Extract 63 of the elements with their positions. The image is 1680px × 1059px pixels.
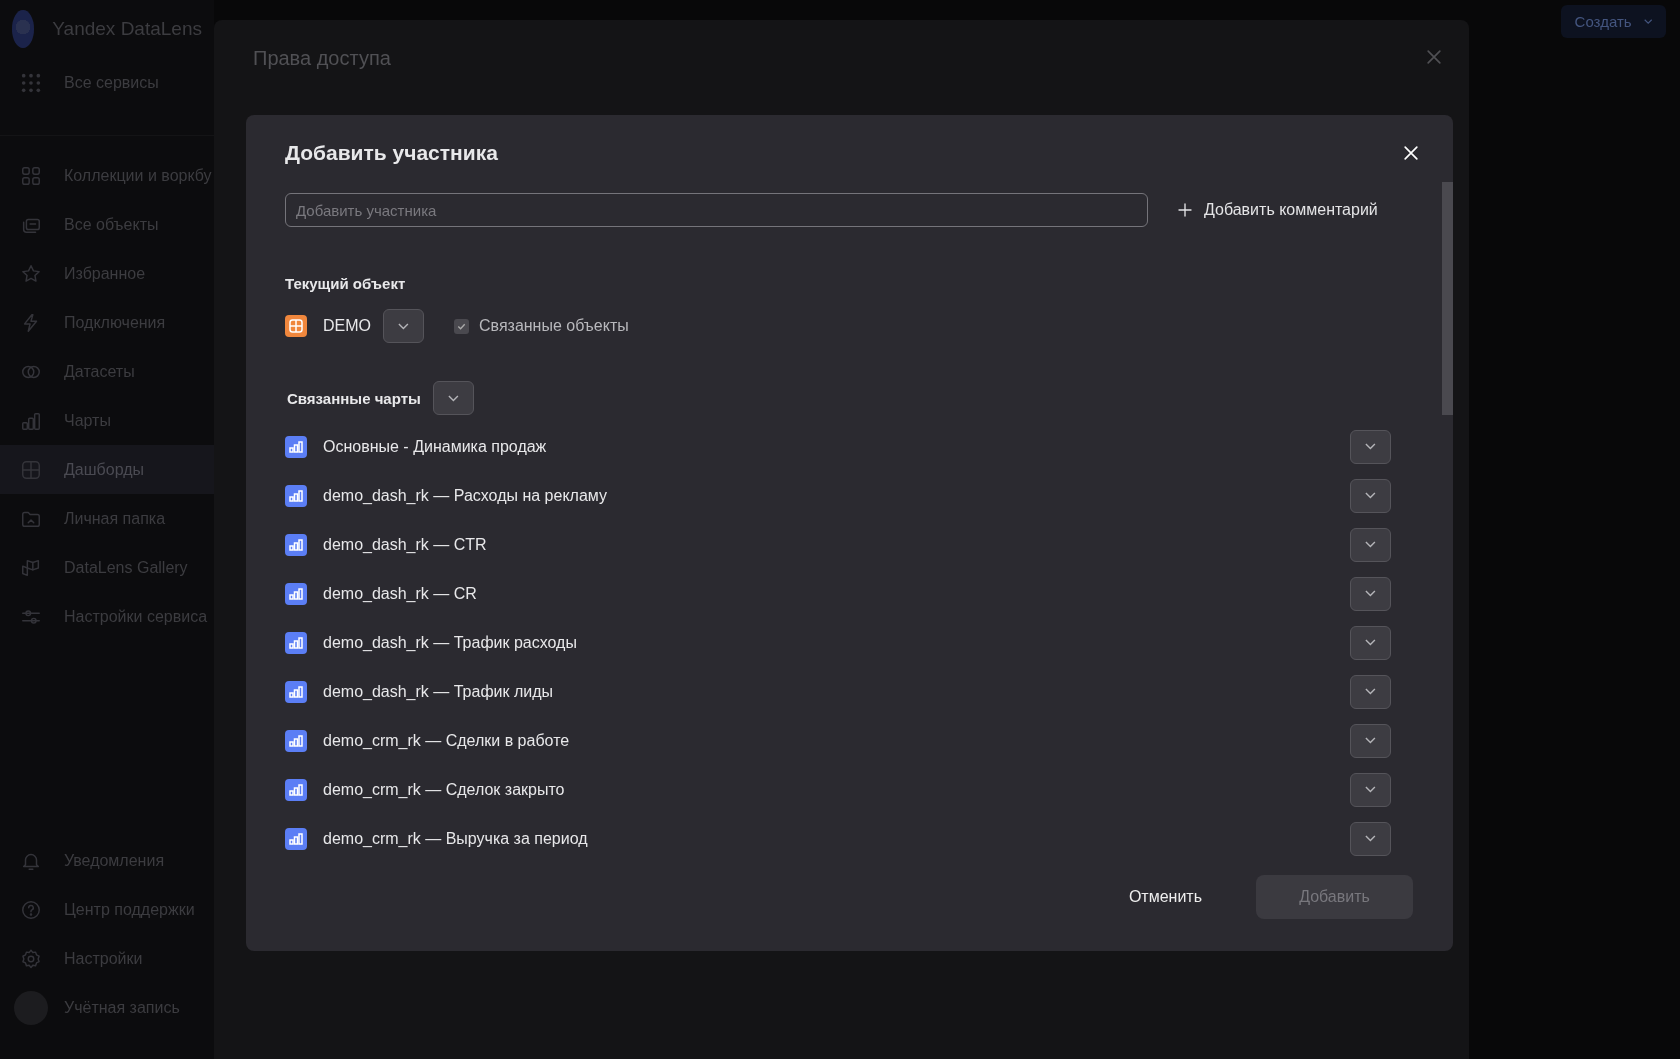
create-button[interactable]: Создать <box>1560 5 1666 38</box>
dropdown-button[interactable] <box>1350 625 1391 660</box>
dashboard-icon <box>285 315 307 337</box>
dropdown-button[interactable] <box>432 381 474 415</box>
chevron-icon <box>1365 639 1376 646</box>
dropdown-button[interactable] <box>1350 772 1391 807</box>
chevron-icon <box>1365 737 1376 744</box>
star-icon <box>20 262 42 285</box>
object-name: DEMO <box>323 317 371 335</box>
chart-icon <box>285 484 307 507</box>
apps-icon <box>20 71 42 94</box>
dropdown-button[interactable] <box>1350 527 1391 562</box>
chevron-icon <box>1365 590 1376 597</box>
dropdown-button[interactable] <box>1350 674 1391 709</box>
checkbox-label: Связанные объекты <box>479 317 629 335</box>
chart-name: demo_crm_rk — Сделок закрыто <box>323 780 566 799</box>
chart-name: demo_crm_rk — Выручка за период <box>323 829 589 848</box>
grid-icon <box>20 164 42 187</box>
dropdown-button[interactable] <box>1350 723 1391 758</box>
chart-icon <box>285 582 307 605</box>
dropdown-button[interactable] <box>1350 821 1391 856</box>
close-icon[interactable] <box>1401 143 1421 163</box>
section-heading: Текущий объект <box>285 275 407 292</box>
chevron-icon <box>1365 786 1376 793</box>
chart-name: demo_dash_rk — Трафик лиды <box>323 682 555 701</box>
chevron-icon <box>1365 443 1376 450</box>
chevron-icon <box>1643 19 1652 24</box>
chevron-icon <box>398 322 409 330</box>
chevron-icon <box>1365 492 1376 499</box>
chevron-icon <box>1365 835 1376 842</box>
chevron-icon <box>1365 688 1376 695</box>
plus-icon <box>1176 201 1194 219</box>
scrollbar[interactable] <box>1442 182 1453 415</box>
add-comment-button[interactable]: Добавить комментарий <box>1176 201 1378 219</box>
chevron-icon <box>1365 541 1376 548</box>
dialog-title: Права доступа <box>253 47 391 70</box>
chart-icon <box>285 533 307 556</box>
settings-icon <box>20 947 42 970</box>
dropdown-button[interactable] <box>1350 429 1391 464</box>
chart-name: demo_dash_rk — Расходы на рекламу <box>323 486 608 505</box>
checkbox[interactable] <box>454 318 469 334</box>
chart-icon <box>285 778 307 801</box>
chart-name: demo_dash_rk — CTR <box>323 535 488 554</box>
dialog-title: Добавить участника <box>285 141 498 165</box>
chart-name: demo_dash_rk — Трафик расходы <box>323 633 578 652</box>
cancel-button[interactable]: Отменить <box>1128 888 1202 906</box>
dropdown-button[interactable] <box>1350 576 1391 611</box>
dropdown-button[interactable] <box>383 309 424 343</box>
chart-name: demo_crm_rk — Сделки в работе <box>323 731 571 750</box>
chart-icon <box>285 827 307 850</box>
chart-icon <box>285 435 307 458</box>
dashboard-icon <box>20 458 42 481</box>
dropdown-button[interactable] <box>1350 478 1391 513</box>
chart-name: demo_dash_rk — CR <box>323 584 478 603</box>
chart-icon <box>285 729 307 752</box>
logo-icon <box>12 10 35 48</box>
member-search-field[interactable]: Добавить участника <box>285 193 1148 227</box>
help-icon <box>20 898 42 921</box>
section-heading: Связанные чарты <box>287 389 421 407</box>
chart-icon <box>285 680 307 703</box>
chart-icon <box>285 631 307 654</box>
chevron-icon <box>447 394 459 402</box>
chart-name: Основные - Динамика продаж <box>323 437 548 456</box>
